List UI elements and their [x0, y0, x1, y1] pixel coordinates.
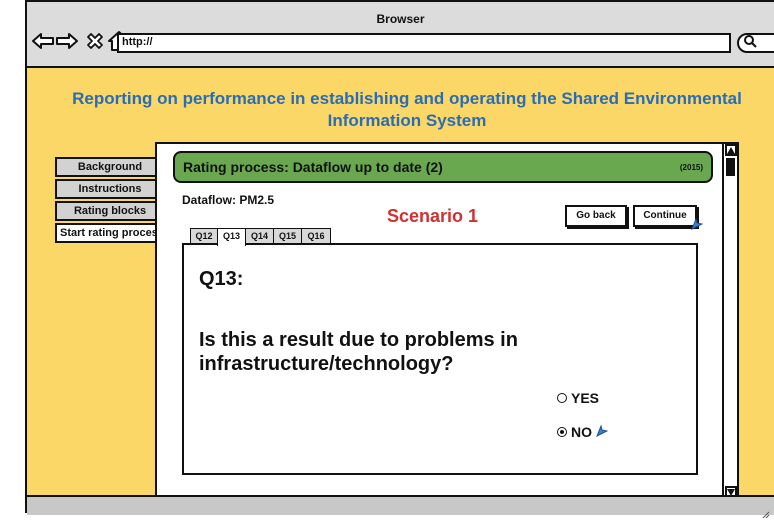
scroll-thumb[interactable] [726, 158, 735, 176]
panel-header-title: Rating process: Dataflow up to date (2) [183, 159, 443, 175]
sidebar-item-background[interactable]: Background [55, 157, 165, 177]
tab-q16[interactable]: Q16 [301, 228, 331, 244]
radio-yes[interactable] [557, 393, 567, 403]
dataflow-label: Dataflow: PM2.5 [182, 193, 275, 207]
forward-arrow-icon[interactable] [55, 29, 79, 53]
pointer-cursor-icon [691, 217, 704, 235]
continue-button[interactable]: Continue [633, 205, 697, 227]
scenario-label: Scenario 1 [387, 206, 479, 226]
tab-q15[interactable]: Q15 [273, 228, 302, 244]
scroll-up-icon[interactable] [725, 144, 737, 156]
window-title: Browser [376, 12, 425, 26]
option-no[interactable]: NO [557, 424, 609, 440]
go-back-button[interactable]: Go back [565, 205, 627, 227]
url-input[interactable]: http:// [117, 33, 731, 53]
page-title: Reporting on performance in establishing… [72, 89, 742, 130]
pointer-cursor-icon [596, 424, 609, 440]
status-bar [27, 495, 774, 515]
sidebar-item-rating-blocks[interactable]: Rating blocks [55, 201, 165, 221]
option-yes-label: YES [571, 390, 600, 406]
sidebar-item-instructions[interactable]: Instructions [55, 179, 165, 199]
browser-window: Browser http:// Reporting on performance… [25, 0, 774, 519]
question-text: Is this a result due to problems in infr… [199, 329, 518, 375]
search-input[interactable] [737, 33, 774, 53]
option-yes[interactable]: YES [557, 390, 599, 406]
tab-q12[interactable]: Q12 [190, 228, 218, 244]
panel-header: Rating process: Dataflow up to date (2) … [173, 151, 713, 183]
radio-no[interactable] [557, 427, 567, 437]
scrollbar[interactable] [722, 142, 739, 500]
search-icon [743, 34, 757, 53]
back-arrow-icon[interactable] [31, 29, 55, 53]
option-no-label: NO [571, 424, 592, 440]
close-icon[interactable] [83, 29, 107, 53]
tab-q13[interactable]: Q13 [217, 228, 246, 246]
panel-header-year: (2015) [679, 163, 703, 172]
browser-chrome: Browser http:// [27, 2, 774, 68]
sidebar-item-start-rating-process[interactable]: Start rating process [55, 223, 167, 243]
question-number: Q13: [199, 268, 244, 290]
tab-q14[interactable]: Q14 [245, 228, 274, 244]
